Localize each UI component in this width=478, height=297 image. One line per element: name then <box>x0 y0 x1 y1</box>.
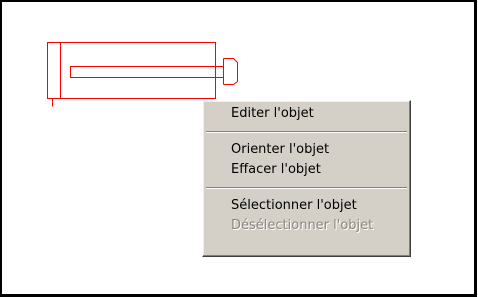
cylinder-eye <box>223 58 238 85</box>
menu-item-edit[interactable]: Editer l'objet <box>203 104 410 124</box>
menu-separator <box>206 187 407 189</box>
menu-separator <box>206 131 407 133</box>
drawing-canvas[interactable]: Editer l'objet Orienter l'objet Effacer … <box>0 0 477 297</box>
menu-item-deselect: Désélectionner l'objet <box>231 218 374 233</box>
menu-item-select[interactable]: Sélectionner l'objet <box>203 196 410 216</box>
menu-item-orient[interactable]: Orienter l'objet <box>203 140 410 160</box>
context-menu: Editer l'objet Orienter l'objet Effacer … <box>202 100 411 257</box>
menu-item-delete[interactable]: Effacer l'objet <box>203 160 410 180</box>
cylinder-piston <box>70 66 216 78</box>
cylinder-body <box>47 42 216 99</box>
